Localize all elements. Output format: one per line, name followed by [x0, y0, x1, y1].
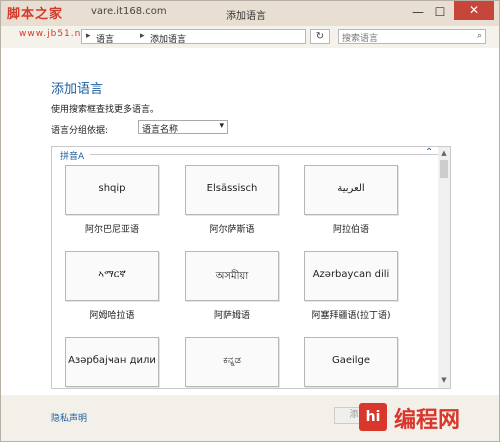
language-tile[interactable]: Gaeilge	[304, 337, 398, 387]
breadcrumb-item-add-language[interactable]: 添加语言	[150, 32, 186, 45]
language-caption: 阿尔萨斯语	[209, 225, 255, 235]
language-tile[interactable]: العربية	[304, 165, 398, 215]
title-bar[interactable]: 脚本之家 vare.it168.com 添加语言 — ☐ ✕	[1, 1, 499, 26]
close-button[interactable]: ✕	[454, 1, 494, 20]
add-language-window: 脚本之家 vare.it168.com 添加语言 — ☐ ✕ www.jb51.…	[0, 0, 500, 442]
minimize-button[interactable]: —	[411, 5, 425, 19]
privacy-statement-link[interactable]: 隐私声明	[51, 411, 87, 424]
language-native-name: Elsässisch	[206, 183, 258, 194]
refresh-button[interactable]: ↻	[310, 29, 330, 44]
section-divider	[90, 154, 450, 155]
language-list-panel: 拼音A ⌃ shqip 阿尔巴尼亚语 Elsässisch 阿尔萨斯语 العر…	[51, 146, 451, 389]
page-title: 添加语言	[51, 82, 104, 97]
language-tile[interactable]: Elsässisch	[185, 165, 279, 215]
language-tile[interactable]: Азәрбајҹан дили	[65, 337, 159, 387]
navigation-bar: www.jb51.net ▸ 语言 ▸ 添加语言 ↻ 搜索语言 ⌕	[1, 26, 499, 48]
maximize-button[interactable]: ☐	[433, 5, 447, 19]
collapse-section-icon[interactable]: ⌃	[425, 147, 433, 158]
breadcrumb-separator-icon: ▸	[140, 31, 145, 41]
refresh-icon: ↻	[315, 31, 325, 42]
language-caption: 阿塞拜疆语(拉丁语)	[311, 311, 391, 321]
language-tile[interactable]: ኣማርኛ	[65, 251, 159, 301]
group-by-value: 语言名称	[142, 125, 179, 135]
vertical-scrollbar[interactable]: ▲ ▼	[438, 147, 450, 388]
search-icon: ⌕	[476, 31, 482, 41]
language-native-name: shqip	[98, 183, 126, 194]
breadcrumb-item-language[interactable]: 语言	[96, 32, 114, 45]
language-tile[interactable]: অসমীয়া	[185, 251, 279, 301]
language-native-name: العربية	[337, 183, 365, 194]
scroll-up-icon[interactable]: ▲	[438, 149, 450, 159]
language-tile[interactable]: Azərbaycan dili	[304, 251, 398, 301]
language-tile[interactable]: ಕನ್ನಡ	[185, 337, 279, 387]
search-placeholder: 搜索语言	[342, 34, 379, 44]
section-header: 拼音A	[60, 152, 85, 162]
language-native-name: অসমীয়া	[215, 271, 249, 282]
language-caption: 阿尔巴尼亚语	[84, 225, 139, 235]
brand-watermark: 编程网	[394, 408, 461, 433]
group-by-select[interactable]: 语言名称 ▾	[138, 120, 228, 135]
language-native-name: ኣማርኛ	[98, 269, 126, 280]
language-caption: 阿萨姆语	[213, 311, 250, 321]
language-native-name: Азәрбајҹан дили	[68, 355, 156, 366]
search-input[interactable]: 搜索语言 ⌕	[338, 29, 486, 44]
language-native-name: Gaeilge	[331, 355, 371, 366]
group-by-label: 语言分组依据:	[51, 126, 109, 136]
page-description: 使用搜索框查找更多语言。	[51, 105, 160, 115]
footer: 隐私声明 添 hi 编程网	[1, 395, 499, 441]
language-caption: 阿拉伯语	[332, 225, 369, 235]
breadcrumb-separator-icon: ▸	[86, 31, 91, 41]
window-title: 添加语言	[226, 11, 266, 22]
language-tile[interactable]: shqip	[65, 165, 159, 215]
watermark-domain: vare.it168.com	[91, 6, 167, 17]
chevron-down-icon: ▾	[219, 121, 224, 131]
watermark-logo: 脚本之家	[7, 7, 64, 22]
language-native-name: ಕನ್ನಡ	[223, 355, 241, 366]
scroll-down-icon[interactable]: ▼	[438, 376, 450, 386]
address-bar[interactable]: ▸ 语言 ▸ 添加语言	[81, 29, 306, 45]
brand-logo: hi	[359, 403, 387, 431]
scrollbar-thumb[interactable]	[440, 160, 448, 178]
language-caption: 阿姆哈拉语	[89, 311, 135, 321]
language-native-name: Azərbaycan dili	[312, 269, 390, 280]
